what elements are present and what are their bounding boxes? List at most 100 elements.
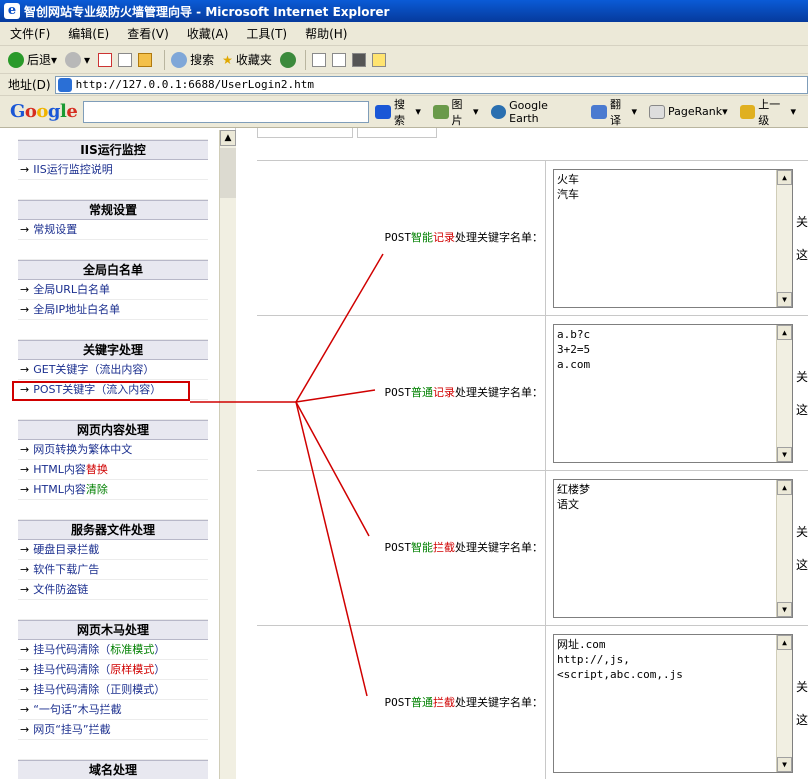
nav-item-hotlink[interactable]: → 文件防盗链	[18, 580, 208, 600]
keyword-textarea[interactable]: 红楼梦 语文 ▲ ▼	[553, 479, 793, 618]
star-icon: ★	[222, 52, 233, 67]
row-side-text: 关	[796, 215, 808, 229]
scroll-thumb[interactable]	[220, 148, 236, 198]
keyword-textarea[interactable]: 火车 汽车 ▲ ▼	[553, 169, 793, 308]
scroll-up-icon[interactable]: ▲	[777, 480, 792, 495]
standard-toolbar: 后退 ▾ ▾ 搜索 ★ 收藏夹	[0, 46, 808, 74]
menu-help[interactable]: 帮助(H)	[305, 25, 347, 42]
arrow-icon: →	[20, 583, 30, 596]
nav-spacer	[18, 400, 208, 420]
scroll-up-icon[interactable]: ▲	[777, 325, 792, 340]
arrow-icon: →	[20, 683, 30, 696]
nav-item-one-line-trojan[interactable]: → “一句话”木马拦截	[18, 700, 208, 720]
menu-tools[interactable]: 工具(T)	[246, 25, 287, 42]
arrow-icon: →	[20, 303, 30, 316]
search-button[interactable]: 搜索	[171, 51, 214, 68]
nav-item-html-replace[interactable]: → HTML内容替换	[18, 460, 208, 480]
scroll-down-icon[interactable]: ▼	[777, 757, 792, 772]
textarea-scrollbar[interactable]: ▲ ▼	[776, 480, 792, 617]
translate-button[interactable]: 翻译 ▾	[591, 96, 637, 128]
scroll-down-icon[interactable]: ▼	[777, 602, 792, 617]
stop-icon[interactable]	[98, 52, 113, 67]
nav-item-trojan-regex[interactable]: → 挂马代码清除（正则模式）	[18, 680, 208, 700]
google-earth-button[interactable]: Google Earth	[490, 99, 580, 125]
google-search-icon	[375, 104, 391, 119]
textarea-scrollbar[interactable]: ▲ ▼	[776, 635, 792, 772]
up-level-button[interactable]: 上一级 ▾	[739, 96, 796, 128]
arrow-icon: →	[20, 283, 30, 296]
google-toolbar: Google 搜索 ▾ 图片 ▾ Google Earth 翻译 ▾ PageR…	[0, 96, 808, 128]
left-nav-frame: IIS运行监控 → IIS运行监控说明 常规设置 → 常规设置 全局白名单 → 全局U…	[0, 128, 236, 779]
messenger-icon[interactable]	[371, 52, 386, 67]
nav-item-iis-monitor[interactable]: → IIS运行监控说明	[18, 160, 208, 180]
scroll-up-icon[interactable]: ▲	[777, 170, 792, 185]
nav-item-page-trojan[interactable]: → 网页“挂马”拦截	[18, 720, 208, 740]
google-logo: Google	[10, 101, 78, 122]
nav-item-ip-whitelist[interactable]: → 全局IP地址白名单	[18, 300, 208, 320]
keyword-row-normal-block: POST普通拦截处理关键字名单： 网址.com http://,js, <scr…	[257, 625, 808, 779]
nav-item-get-keywords[interactable]: → GET关键字（流出内容）	[18, 360, 208, 380]
back-button[interactable]: 后退 ▾	[8, 51, 57, 68]
menu-file[interactable]: 文件(F)	[10, 25, 50, 42]
textarea-scrollbar[interactable]: ▲ ▼	[776, 170, 792, 307]
address-input[interactable]: http://127.0.0.1:6688/UserLogin2.htm	[54, 75, 808, 94]
scroll-up-icon[interactable]: ▲	[777, 635, 792, 650]
refresh-icon[interactable]	[118, 52, 133, 67]
favorites-button[interactable]: ★ 收藏夹	[222, 51, 272, 68]
google-search-input[interactable]	[83, 100, 370, 123]
pagerank-button[interactable]: PageRank ▾	[649, 104, 728, 119]
nav-item-trojan-standard[interactable]: → 挂马代码清除（标准模式）	[18, 640, 208, 660]
nav-item-trojan-original[interactable]: → 挂马代码清除（原样模式）	[18, 660, 208, 680]
nav-section-page-content: 网页内容处理	[18, 420, 208, 440]
keyword-row-normal-log: POST普通记录处理关键字名单： a.b?c 3+2=5 a.com ▲ ▼ 关 这	[257, 315, 808, 471]
menu-view[interactable]: 查看(V)	[127, 25, 169, 42]
highlight-box	[12, 381, 190, 401]
scroll-down-icon[interactable]: ▼	[777, 447, 792, 462]
nav-item-disk-block[interactable]: → 硬盘目录拦截	[18, 540, 208, 560]
forward-arrow-icon	[65, 51, 82, 68]
back-arrow-icon	[8, 51, 24, 68]
nav-section-iis: IIS运行监控	[18, 140, 208, 160]
nav-section-general: 常规设置	[18, 200, 208, 220]
arrow-icon: →	[20, 563, 30, 576]
arrow-icon: →	[20, 723, 30, 736]
menu-edit[interactable]: 编辑(E)	[68, 25, 109, 42]
title-bar: e 智创网站专业级防火墙管理向导 - Microsoft Internet Ex…	[0, 0, 808, 22]
tab-stub	[357, 128, 437, 138]
scroll-down-icon[interactable]: ▼	[777, 292, 792, 307]
row-side-text: 这	[796, 558, 808, 572]
nav-item-url-whitelist[interactable]: → 全局URL白名单	[18, 280, 208, 300]
nav-item-html-clear[interactable]: → HTML内容清除	[18, 480, 208, 500]
row-label: POST智能拦截处理关键字名单：	[384, 541, 544, 554]
history-icon[interactable]	[279, 51, 296, 68]
nav-item-traditional-chinese[interactable]: → 网页转换为繁体中文	[18, 440, 208, 460]
keyword-row-smart-block: POST智能拦截处理关键字名单： 红楼梦 语文 ▲ ▼ 关 这	[257, 470, 808, 626]
up-folder-icon	[739, 104, 756, 119]
google-images-button[interactable]: 图片 ▾	[432, 96, 479, 128]
edit-icon[interactable]	[351, 52, 366, 67]
scroll-up-icon[interactable]: ▲	[220, 130, 236, 146]
arrow-icon: →	[20, 443, 30, 456]
mail-icon[interactable]	[311, 52, 326, 67]
textarea-scrollbar[interactable]: ▲ ▼	[776, 325, 792, 462]
earth-icon	[490, 104, 507, 119]
nav-spacer	[18, 128, 208, 140]
search-icon	[171, 51, 188, 68]
arrow-icon: →	[20, 483, 30, 496]
keyword-textarea[interactable]: a.b?c 3+2=5 a.com ▲ ▼	[553, 324, 793, 463]
forward-button[interactable]: ▾	[65, 51, 90, 68]
menu-favorites[interactable]: 收藏(A)	[187, 25, 229, 42]
print-icon[interactable]	[331, 52, 346, 67]
nav-item-download-ads[interactable]: → 软件下载广告	[18, 560, 208, 580]
ie-logo-icon: e	[4, 3, 20, 19]
google-search-button[interactable]: 搜索 ▾	[375, 96, 421, 128]
keyword-textarea[interactable]: 网址.com http://,js, <script,abc.com,.js ▲ ▼	[553, 634, 793, 773]
nav-spacer	[18, 500, 208, 520]
arrow-icon: →	[20, 223, 30, 236]
nav-item-general-settings[interactable]: → 常规设置	[18, 220, 208, 240]
row-side-text: 关	[796, 525, 808, 539]
page-icon	[57, 77, 72, 92]
home-icon[interactable]	[138, 52, 153, 67]
row-label: POST普通记录处理关键字名单：	[384, 386, 544, 399]
left-scrollbar[interactable]: ▲	[219, 130, 236, 779]
